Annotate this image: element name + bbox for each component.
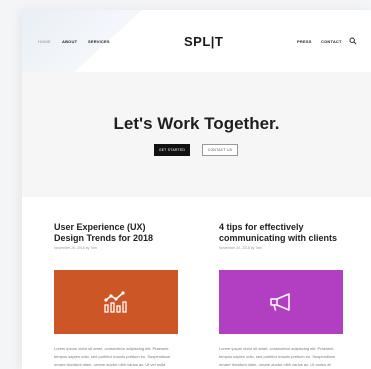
- post-featured-image[interactable]: [219, 270, 343, 334]
- post-title[interactable]: User Experience (UX) Design Trends for 2…: [54, 222, 178, 244]
- post-meta: November 20, 2018 by Tom: [54, 246, 97, 250]
- post-title[interactable]: 4 tips for effectively communicating wit…: [219, 222, 343, 244]
- nav-home-link[interactable]: HOME: [38, 39, 51, 44]
- get-started-button[interactable]: GET STARTED: [154, 144, 190, 156]
- website-page: HOME ABOUT SERVICES SPL|T PRESS CONTACT …: [22, 10, 371, 369]
- post-featured-image[interactable]: [54, 270, 178, 334]
- nav-about-link[interactable]: ABOUT: [62, 39, 77, 44]
- contact-us-button[interactable]: CONTACT US: [202, 144, 238, 156]
- search-icon[interactable]: [349, 37, 357, 45]
- post-excerpt: Lorem ipsum dolor sit amet, consectetur …: [219, 346, 336, 367]
- blog-post-card: 4 tips for effectively communicating wit…: [219, 222, 343, 367]
- hero-title: Let's Work Together.: [113, 114, 280, 133]
- megaphone-icon: [270, 293, 290, 311]
- hero-section: Let's Work Together. GET STARTED CONTACT…: [22, 72, 371, 197]
- site-logo[interactable]: SPL|T: [184, 34, 223, 49]
- nav-press-link[interactable]: PRESS: [297, 39, 312, 44]
- analytics-chart-icon: [104, 291, 127, 313]
- nav-services-link[interactable]: SERVICES: [88, 39, 110, 44]
- post-excerpt: Lorem ipsum dolor sit amet, consectetur …: [54, 346, 171, 367]
- blog-post-card: User Experience (UX) Design Trends for 2…: [54, 222, 178, 367]
- top-navigation: HOME ABOUT SERVICES SPL|T PRESS CONTACT: [22, 10, 371, 72]
- post-meta: November 20, 2018 by Tom: [219, 246, 262, 250]
- nav-contact-link[interactable]: CONTACT: [321, 39, 342, 44]
